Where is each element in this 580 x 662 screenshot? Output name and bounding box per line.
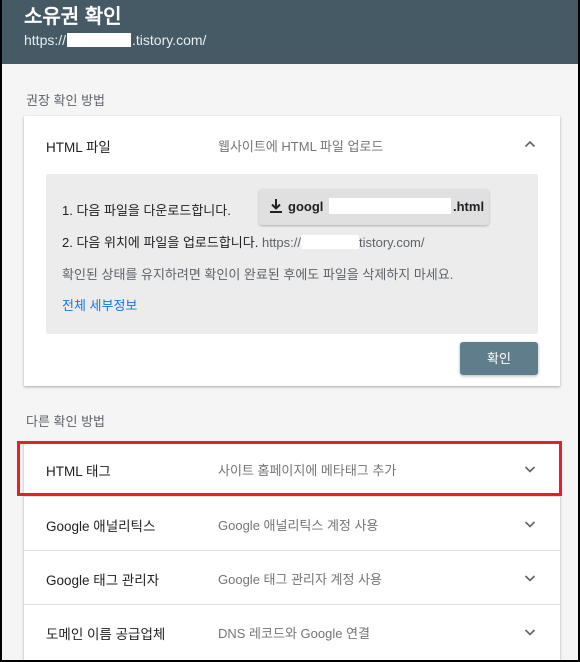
chevron-up-icon[interactable] <box>522 136 538 152</box>
property-url: https:// .tistory.com/ <box>24 30 578 50</box>
method-desc: Google 태그 관리자 계정 사용 <box>218 572 383 587</box>
step-2-text: 2. 다음 위치에 파일을 업로드합니다. https:// tistory.co… <box>62 232 425 251</box>
page-title: 소유권 확인 <box>24 6 122 28</box>
method-title: Google 태그 관리자 <box>46 573 160 588</box>
instructions-panel: 1. 다음 파일을 다운로드합니다. googl .html 2. 다음 위치에… <box>46 174 538 334</box>
upload-url: https:// tistory.com/ <box>262 235 425 250</box>
redacted-mask <box>329 198 451 214</box>
dialog-header: 소유권 확인 https:// .tistory.com/ <box>2 0 578 64</box>
download-icon <box>270 199 282 213</box>
property-url-suffix: .tistory.com/ <box>132 32 207 48</box>
download-file-button[interactable]: googl .html <box>259 189 489 225</box>
method-title: Google 애널리틱스 <box>46 519 156 534</box>
upload-url-suffix: tistory.com/ <box>359 235 425 250</box>
download-filename-suffix: .html <box>453 199 485 214</box>
other-methods-section-label: 다른 확인 방법 <box>26 414 105 429</box>
redacted-mask <box>301 235 359 249</box>
method-desc: DNS 레코드와 Google 연결 <box>218 626 370 641</box>
recommended-section-label: 권장 확인 방법 <box>26 93 105 108</box>
method-row-google-analytics[interactable]: Google 애널리틱스 Google 애널리틱스 계정 사용 <box>24 496 560 550</box>
recommended-method-card: HTML 파일 웹사이트에 HTML 파일 업로드 1. 다음 파일을 다운로드… <box>24 116 560 386</box>
step-1-text: 1. 다음 파일을 다운로드합니다. <box>62 203 231 218</box>
property-url-prefix: https:// <box>24 32 67 48</box>
html-file-header[interactable]: HTML 파일 웹사이트에 HTML 파일 업로드 <box>24 116 560 168</box>
method-row-tag-manager[interactable]: Google 태그 관리자 Google 태그 관리자 계정 사용 <box>24 550 560 604</box>
method-desc: 웹사이트에 HTML 파일 업로드 <box>218 139 384 154</box>
confirm-button[interactable]: 확인 <box>460 342 538 375</box>
chevron-down-icon[interactable] <box>522 516 538 532</box>
highlight-annotation <box>17 441 562 496</box>
download-filename-prefix: googl <box>288 199 324 214</box>
method-title: 도메인 이름 공급업체 <box>46 627 166 642</box>
chevron-down-icon[interactable] <box>522 570 538 586</box>
chevron-down-icon[interactable] <box>522 624 538 640</box>
step-2-label: 2. 다음 위치에 파일을 업로드합니다. <box>62 235 259 250</box>
full-details-link[interactable]: 전체 세부정보 <box>62 295 137 314</box>
method-title: HTML 파일 <box>46 140 111 155</box>
method-row-domain-provider[interactable]: 도메인 이름 공급업체 DNS 레코드와 Google 연결 <box>24 604 560 658</box>
redacted-mask <box>67 33 132 47</box>
upload-url-prefix: https:// <box>261 235 301 250</box>
keep-file-note: 확인된 상태를 유지하려면 확인이 완료된 후에도 파일을 삭제하지 마세요. <box>62 267 454 282</box>
verification-dialog: 소유권 확인 https:// .tistory.com/ 권장 확인 방법 HT… <box>2 0 578 660</box>
method-desc: Google 애널리틱스 계정 사용 <box>218 518 379 533</box>
